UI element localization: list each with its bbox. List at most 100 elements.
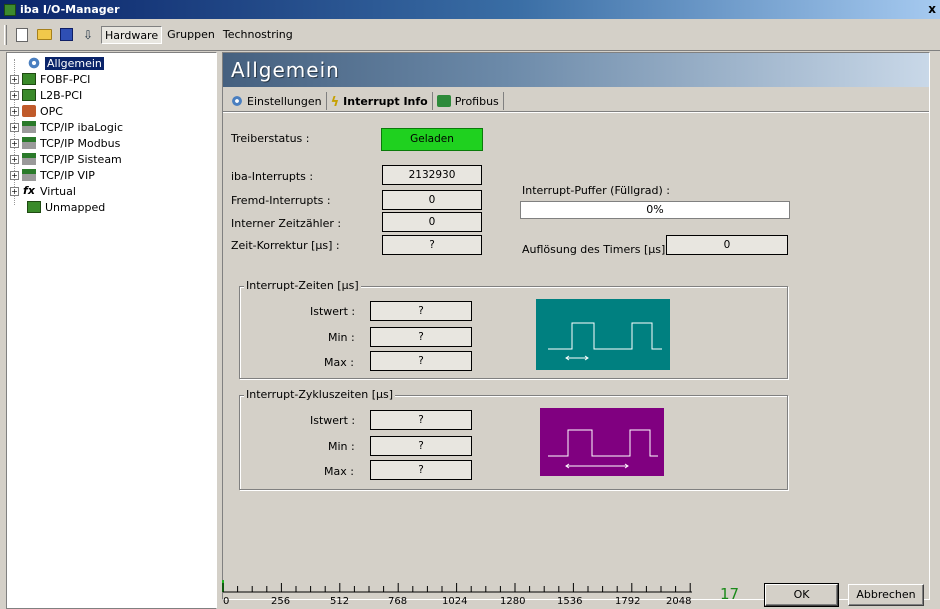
gear-icon: [27, 57, 41, 69]
treiberstatus-value: Geladen: [381, 128, 483, 151]
hardware-tree[interactable]: Allgemein + FOBF-PCI + L2B-PCI + OPC + T…: [6, 52, 217, 609]
hardware-button[interactable]: Hardware: [101, 25, 163, 44]
tab-profibus[interactable]: Profibus: [433, 92, 504, 110]
new-file-button[interactable]: [13, 26, 31, 44]
window-title: iba I/O-Manager: [20, 3, 120, 16]
tree-item-label: FOBF-PCI: [40, 72, 91, 86]
scale-tick-group: [222, 583, 691, 592]
zeitzaehler-value: 0: [382, 212, 482, 232]
min-label: Min :: [328, 331, 355, 344]
tree-item-allgemein[interactable]: Allgemein: [27, 55, 104, 71]
tab-bar: Einstellungen ϟ Interrupt Info Profibus: [227, 91, 504, 111]
module-count: 17: [720, 585, 740, 603]
tree-item-tcp-modbus[interactable]: + TCP/IP Modbus: [10, 135, 120, 151]
group-title: Interrupt-Zykluszeiten [µs]: [244, 388, 396, 401]
open-folder-button[interactable]: [35, 26, 53, 44]
tab-divider: [223, 111, 929, 113]
board-icon: [22, 73, 36, 85]
close-icon[interactable]: x: [928, 2, 936, 16]
gear-icon: [231, 95, 243, 107]
tree-item-label: TCP/IP Sisteam: [40, 152, 122, 166]
tab-label: Interrupt Info: [343, 94, 428, 108]
save-icon: [59, 28, 73, 41]
istwert-value: ?: [370, 301, 472, 321]
expand-icon[interactable]: +: [10, 154, 19, 164]
min-value: ?: [370, 436, 472, 456]
interrupt-puffer-label: Interrupt-Puffer (Füllgrad) :: [522, 184, 670, 197]
tab-einstellungen[interactable]: Einstellungen: [227, 92, 327, 110]
expand-icon[interactable]: +: [10, 170, 19, 180]
toolbar: ⇩ Hardware Gruppen Technostring: [0, 19, 940, 51]
toolbar-grip[interactable]: [4, 24, 7, 45]
scale-label: 768: [388, 596, 408, 607]
scale-label: 256: [271, 596, 291, 607]
network-icon: [22, 153, 36, 165]
istwert-value: ?: [370, 410, 472, 430]
folder-open-icon: [36, 29, 52, 40]
tree-item-fobf-pci[interactable]: + FOBF-PCI: [10, 71, 90, 87]
page-title: Allgemein: [223, 53, 929, 87]
network-icon: [22, 137, 36, 149]
tree-item-label: Virtual: [40, 184, 76, 198]
tab-interrupt-info[interactable]: ϟ Interrupt Info: [327, 92, 433, 110]
interrupt-zeiten-group: Interrupt-Zeiten [µs] Istwert : ? Min : …: [239, 279, 788, 379]
tree-item-label: Unmapped: [45, 200, 106, 214]
tree-item-label: Allgemein: [45, 56, 104, 70]
tree-item-tcp-ibalogic[interactable]: + TCP/IP ibaLogic: [10, 119, 123, 135]
istwert-label: Istwert :: [310, 414, 356, 427]
aufloesung-label: Auflösung des Timers [µs] :: [522, 243, 673, 256]
scale-label: 1536: [557, 596, 583, 607]
tree-item-label: OPC: [40, 104, 63, 118]
sort-down-icon: ⇩: [82, 27, 94, 42]
aufloesung-value: 0: [666, 235, 788, 255]
tree-item-virtual[interactable]: + fx Virtual: [10, 183, 76, 199]
interrupt-time-waveform: [536, 299, 670, 370]
scale-label: 2048: [666, 596, 692, 607]
scale-label: 1792: [615, 596, 641, 607]
fremd-interrupts-value: 0: [382, 190, 482, 210]
tree-item-label: TCP/IP ibaLogic: [40, 120, 123, 134]
tree-item-opc[interactable]: + OPC: [10, 103, 63, 119]
tree-item-tcp-sisteam[interactable]: + TCP/IP Sisteam: [10, 151, 122, 167]
tree-item-label: TCP/IP VIP: [40, 168, 95, 182]
fremd-interrupts-label: Fremd-Interrupts :: [231, 194, 331, 207]
expand-icon[interactable]: +: [10, 90, 19, 100]
tree-item-unmapped[interactable]: Unmapped: [27, 199, 105, 215]
scale-label: 1024: [442, 596, 468, 607]
ok-button[interactable]: OK: [764, 583, 839, 607]
waveform-background: [536, 299, 670, 370]
interrupt-cycle-waveform: [540, 408, 664, 476]
board-icon: [22, 89, 36, 101]
app-icon: [4, 3, 16, 16]
zeit-korrektur-label: Zeit-Korrektur [µs] :: [231, 239, 340, 252]
scale-label: 512: [330, 596, 350, 607]
scale-label: 1280: [500, 596, 526, 607]
save-button[interactable]: [57, 26, 75, 44]
expand-icon[interactable]: +: [10, 122, 19, 132]
tree-item-label: L2B-PCI: [40, 88, 83, 102]
tree-item-l2b-pci[interactable]: + L2B-PCI: [10, 87, 82, 103]
max-value: ?: [370, 460, 472, 480]
expand-icon[interactable]: +: [10, 186, 19, 196]
content-panel: Allgemein Einstellungen ϟ Interrupt Info…: [222, 52, 930, 600]
network-icon: [22, 121, 36, 133]
group-title: Interrupt-Zeiten [µs]: [244, 279, 361, 292]
cancel-button[interactable]: Abbrechen: [848, 584, 924, 606]
expand-icon[interactable]: +: [10, 74, 19, 84]
istwert-label: Istwert :: [310, 305, 356, 318]
expand-icon[interactable]: +: [10, 106, 19, 116]
zeit-korrektur-value: ?: [382, 235, 482, 255]
expand-icon[interactable]: +: [10, 138, 19, 148]
max-value: ?: [370, 351, 472, 371]
tree-item-tcp-vip[interactable]: + TCP/IP VIP: [10, 167, 95, 183]
lightning-icon: ϟ: [330, 95, 340, 110]
gruppen-button[interactable]: Gruppen: [164, 26, 218, 44]
fx-icon: fx: [23, 184, 35, 197]
title-bar: iba I/O-Manager x: [0, 0, 940, 19]
max-label: Max :: [324, 356, 354, 369]
sort-button[interactable]: ⇩: [79, 26, 97, 44]
technostring-button[interactable]: Technostring: [220, 26, 296, 44]
iba-interrupts-value: 2132930: [382, 165, 482, 185]
tree-item-label: TCP/IP Modbus: [40, 136, 121, 150]
board-icon: [27, 201, 41, 213]
